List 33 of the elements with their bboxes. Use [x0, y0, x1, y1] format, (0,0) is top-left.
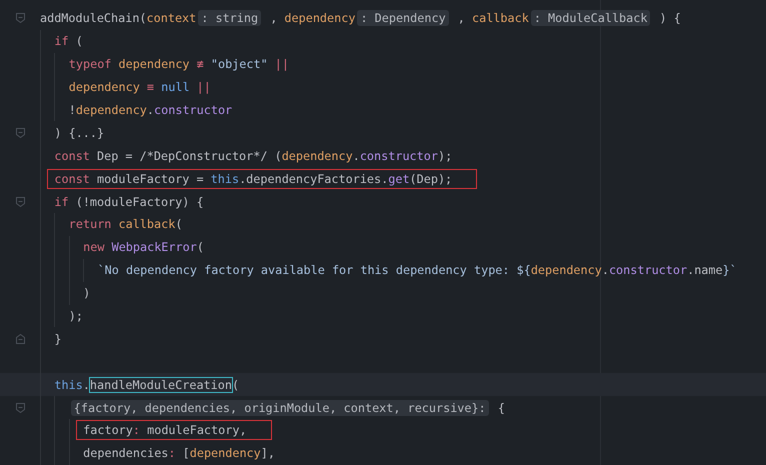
fold-icon[interactable] — [16, 402, 25, 413]
code-text: const moduleFactory = this.dependencyFactories.get(Dep); — [54, 172, 452, 186]
fold-icon[interactable] — [16, 196, 25, 207]
code-text: , callback — [456, 11, 529, 26]
fold-icon[interactable] — [16, 128, 25, 138]
code-text: factory: moduleFactory, — [83, 423, 247, 438]
type-hint: : ModuleCallback — [530, 10, 650, 26]
code-text: if ( — [54, 34, 83, 48]
highlighted-identifier: handleModuleCreation — [90, 378, 232, 392]
code-text: dependency ≡ null || — [68, 80, 211, 94]
code-text: { — [496, 400, 505, 415]
code-text: !dependency.constructor — [68, 103, 232, 117]
code-text: ) { — [658, 11, 681, 26]
code-text: dependencies: [dependency], — [83, 446, 275, 460]
code-text: ); — [68, 309, 83, 324]
fold-icon[interactable] — [16, 13, 25, 24]
code-text: const Dep = /*DepConstructor*/ (dependency.constructor); — [54, 148, 452, 163]
type-hint: {factory, dependencies, originModule, context, recursive}: — [70, 400, 489, 416]
code-text: typeof dependency ≢ "object" || — [68, 57, 289, 72]
code-text: ) {...} — [54, 126, 104, 140]
code-text: ) — [83, 286, 90, 300]
code-text: ( — [232, 378, 240, 392]
code-text: `No dependency factory available for this dependency type: ${dependency.constructor.name}` — [98, 263, 737, 278]
type-hint: : Dependency — [357, 10, 449, 26]
code-text: new WebpackError( — [83, 240, 204, 254]
code-text: , dependency — [269, 11, 356, 26]
fold-icon[interactable] — [16, 334, 25, 344]
code-text: if (!moduleFactory) { — [54, 194, 204, 209]
type-hint: : string — [198, 10, 262, 26]
code-text: } — [54, 332, 62, 346]
code-text: return callback( — [68, 217, 182, 232]
code-text: this. — [54, 378, 90, 392]
code-text: addModuleChain(context — [40, 11, 196, 26]
